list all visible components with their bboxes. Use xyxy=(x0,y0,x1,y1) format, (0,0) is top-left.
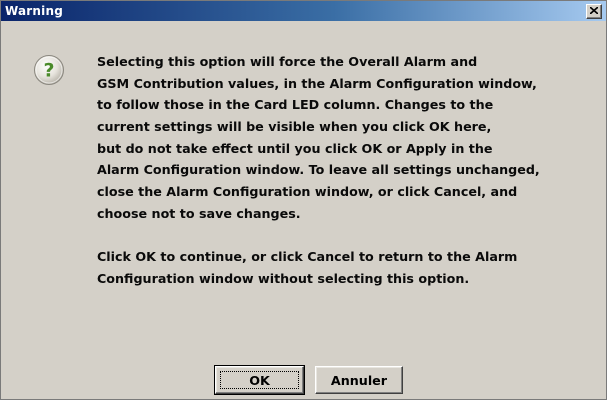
message-spacer xyxy=(97,225,597,247)
dialog-content: ? Selecting this option will force the O… xyxy=(1,21,606,399)
warning-dialog: Warning ? Selecting this option will for… xyxy=(0,0,607,400)
close-button[interactable] xyxy=(586,4,602,19)
warning-message: Selecting this option will force the Ove… xyxy=(97,51,597,290)
message-line: GSM Contribution values, in the Alarm Co… xyxy=(97,75,537,91)
message-line: choose not to save changes. xyxy=(97,205,301,221)
message-line: but do not take effect until you click O… xyxy=(97,140,493,156)
question-icon: ? xyxy=(33,54,65,86)
message-line: current settings will be visible when yo… xyxy=(97,119,492,135)
button-row: OK Annuler xyxy=(1,365,606,396)
title-bar[interactable]: Warning xyxy=(1,1,606,21)
cancel-button-label: Annuler xyxy=(330,373,388,388)
focus-rectangle xyxy=(220,371,299,389)
ok-button[interactable]: OK xyxy=(214,365,305,395)
message-line: Click OK to continue, or click Cancel to… xyxy=(97,249,518,265)
message-line: close the Alarm Configuration window, or… xyxy=(97,184,518,200)
cancel-button[interactable]: Annuler xyxy=(315,366,403,394)
question-mark-glyph: ? xyxy=(43,60,54,82)
message-line: Selecting this option will force the Ove… xyxy=(97,54,478,69)
message-line: Configuration window without selecting t… xyxy=(97,270,470,286)
message-line: Alarm Configuration window. To leave all… xyxy=(97,162,540,178)
close-icon xyxy=(590,7,598,14)
message-line: to follow those in the Card LED column. … xyxy=(97,97,494,113)
window-title: Warning xyxy=(5,4,64,18)
